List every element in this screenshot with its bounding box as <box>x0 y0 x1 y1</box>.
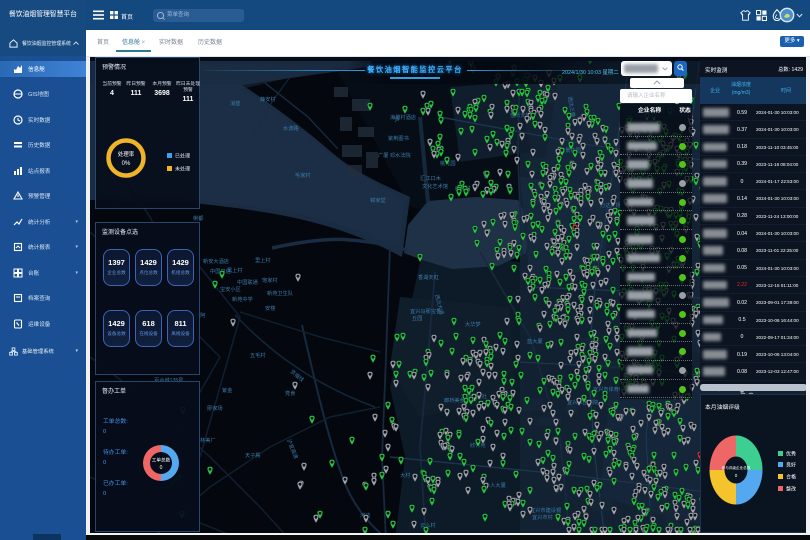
svg-text:毛家村: 毛家村 <box>295 171 311 179</box>
svg-text:新安大酒店: 新安大酒店 <box>203 257 229 265</box>
svg-text:丘园: 丘园 <box>412 315 422 322</box>
svg-text:参与评级企业总数: 参与评级企业总数 <box>722 465 751 470</box>
svg-text:水波路: 水波路 <box>283 124 299 132</box>
svg-text:党食: 党食 <box>285 389 296 397</box>
svg-text:宝安小区: 宝安小区 <box>220 285 241 293</box>
svg-text:林美厂: 林美厂 <box>200 436 216 444</box>
svg-text:广厦 邓水法院: 广厦 邓水法院 <box>378 151 411 159</box>
svg-text:俐都: 俐都 <box>193 214 203 222</box>
svg-text:饱家村: 饱家村 <box>262 276 278 284</box>
svg-text:0: 0 <box>735 473 738 478</box>
svg-text:紫荆图书: 紫荆图书 <box>388 134 409 142</box>
svg-text:廖家场: 廖家场 <box>207 404 223 412</box>
svg-text:处理率: 处理率 <box>118 150 135 158</box>
svg-text:新苑中学: 新苑中学 <box>232 295 253 303</box>
svg-text:中国联通: 中国联通 <box>237 278 259 286</box>
svg-text:0%: 0% <box>122 161 131 167</box>
svg-text:新苑卫生队: 新苑卫生队 <box>267 289 294 297</box>
svg-text:蓝大厦: 蓝大厦 <box>527 337 543 345</box>
svg-text:大村: 大村 <box>400 471 410 479</box>
svg-text:里上村: 里上村 <box>255 256 271 264</box>
svg-text:文化艺术馆: 文化艺术馆 <box>422 182 448 190</box>
svg-text:消璧: 消璧 <box>230 99 240 107</box>
svg-text:0: 0 <box>160 465 163 471</box>
svg-text:大华梦: 大华梦 <box>465 320 481 328</box>
svg-text:黑上村: 黑上村 <box>227 266 243 274</box>
svg-text:天子殿: 天子殿 <box>245 452 261 459</box>
svg-text:五毛村: 五毛村 <box>250 351 266 359</box>
svg-text:锦家堂: 锦家堂 <box>370 196 386 204</box>
svg-text:安楼: 安楼 <box>265 304 275 312</box>
svg-text:汇江口木: 汇江口木 <box>420 174 442 182</box>
svg-text:紫金: 紫金 <box>222 386 233 394</box>
svg-text:工单总数: 工单总数 <box>152 457 171 464</box>
svg-text:香湖天虹: 香湖天虹 <box>418 273 439 281</box>
svg-text:宜兴市村: 宜兴市村 <box>532 513 553 521</box>
svg-text:静安村: 静安村 <box>260 95 276 103</box>
svg-text:宜兴市建设银: 宜兴市建设银 <box>530 506 562 514</box>
